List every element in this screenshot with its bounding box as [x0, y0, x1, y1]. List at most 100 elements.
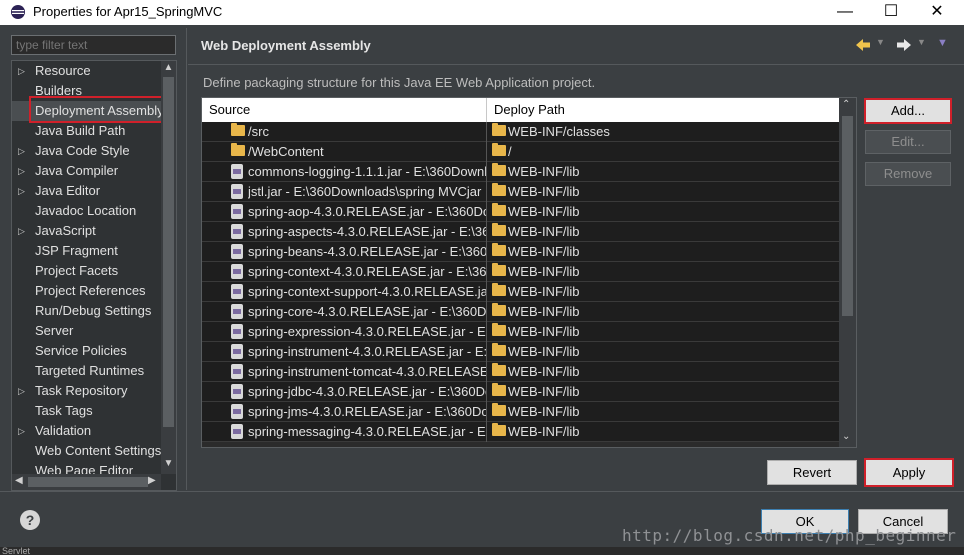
revert-button[interactable]: Revert: [767, 460, 857, 485]
title-bar: Properties for Apr15_SpringMVC — ☐ ✕: [0, 0, 964, 25]
table-row[interactable]: spring-expression-4.3.0.RELEASE.jar - E:…: [202, 322, 842, 342]
sidebar-item[interactable]: ▷ Java Code Style: [12, 141, 162, 161]
expand-arrow-icon[interactable]: ▷: [18, 61, 25, 81]
table-scroll-up-icon[interactable]: ⌃: [842, 99, 850, 110]
column-separator: [486, 422, 487, 442]
sidebar-item[interactable]: ▷ Task Repository: [12, 381, 162, 401]
sidebar-item[interactable]: Java Build Path: [12, 121, 162, 141]
table-row[interactable]: spring-context-4.3.0.RELEASE.jar - E:\36…: [202, 262, 842, 282]
back-arrow-icon[interactable]: [855, 38, 871, 52]
table-row[interactable]: spring-context-support-4.3.0.RELEASE.jar…: [202, 282, 842, 302]
add-button[interactable]: Add...: [864, 98, 952, 124]
table-row[interactable]: jstl.jar - E:\360Downloads\spring MVCjar…: [202, 182, 842, 202]
table-scroll-down-icon[interactable]: ⌄: [842, 431, 850, 442]
table-scroll-thumb[interactable]: [842, 116, 853, 316]
expand-arrow-icon[interactable]: ▷: [18, 221, 25, 241]
jar-icon: [231, 284, 243, 299]
column-separator: [486, 142, 487, 162]
folder-icon: [492, 303, 506, 316]
expand-arrow-icon[interactable]: ▷: [18, 161, 25, 181]
table-row[interactable]: /WebContent /: [202, 142, 842, 162]
folder-icon: [231, 123, 245, 136]
table-row[interactable]: spring-jdbc-4.3.0.RELEASE.jar - E:\360Do…: [202, 382, 842, 402]
jar-icon: [231, 304, 243, 319]
edit-button[interactable]: Edit...: [865, 130, 951, 154]
folder-icon: [492, 223, 506, 236]
page-description: Define packaging structure for this Java…: [203, 75, 596, 90]
source-cell: spring-instrument-4.3.0.RELEASE.jar - E:…: [248, 344, 486, 359]
deployment-assembly-table[interactable]: Source ^ Deploy Path /src WEB-INF/classes…: [201, 97, 857, 448]
table-row[interactable]: /src WEB-INF/classes: [202, 122, 842, 142]
tree-hscroll-thumb[interactable]: [28, 477, 148, 487]
expand-arrow-icon[interactable]: ▷: [18, 381, 25, 401]
sidebar-item[interactable]: Task Tags: [12, 401, 162, 421]
folder-icon: [231, 143, 245, 156]
jar-icon: [231, 204, 243, 219]
table-row[interactable]: spring-jms-4.3.0.RELEASE.jar - E:\360Dow…: [202, 402, 842, 422]
scroll-up-icon[interactable]: ▲: [163, 62, 174, 73]
sidebar-item[interactable]: ▷ Java Compiler: [12, 161, 162, 181]
sidebar-item[interactable]: Targeted Runtimes: [12, 361, 162, 381]
forward-arrow-icon[interactable]: [896, 38, 912, 52]
panel-divider[interactable]: [186, 28, 187, 490]
sidebar-item[interactable]: Project References: [12, 281, 162, 301]
sidebar-item[interactable]: Run/Debug Settings: [12, 301, 162, 321]
sidebar-item-label: Targeted Runtimes: [35, 363, 145, 378]
table-row[interactable]: commons-logging-1.1.1.jar - E:\360Downlo…: [202, 162, 842, 182]
deploy-path-cell: WEB-INF/lib: [508, 204, 580, 219]
sidebar-item-label: JSP Fragment: [35, 243, 118, 258]
deploy-path-cell: /: [508, 144, 512, 159]
folder-icon: [492, 383, 506, 396]
table-row[interactable]: spring-aspects-4.3.0.RELEASE.jar - E:\36…: [202, 222, 842, 242]
deploy-path-cell: WEB-INF/lib: [508, 264, 580, 279]
filter-input[interactable]: [11, 35, 176, 55]
source-cell: jstl.jar - E:\360Downloads\spring MVCjar: [248, 184, 482, 199]
sidebar-item[interactable]: ▷ Resource: [12, 61, 162, 81]
help-icon[interactable]: ?: [20, 510, 40, 530]
source-cell: commons-logging-1.1.1.jar - E:\360Downlo…: [248, 164, 486, 179]
view-menu-icon[interactable]: ▼: [937, 37, 948, 49]
sidebar-item[interactable]: Service Policies: [12, 341, 162, 361]
column-header-deploy-path[interactable]: Deploy Path: [487, 98, 842, 122]
tree-vertical-scrollbar[interactable]: ▲ ▼: [161, 61, 176, 474]
table-row[interactable]: spring-beans-4.3.0.RELEASE.jar - E:\360D…: [202, 242, 842, 262]
table-row[interactable]: spring-instrument-4.3.0.RELEASE.jar - E:…: [202, 342, 842, 362]
close-button[interactable]: ✕: [914, 0, 960, 25]
scroll-right-icon[interactable]: ▶: [148, 475, 156, 486]
column-separator: [486, 322, 487, 342]
sidebar-item[interactable]: Javadoc Location: [12, 201, 162, 221]
table-row[interactable]: spring-messaging-4.3.0.RELEASE.jar - E:\…: [202, 422, 842, 442]
sidebar-item[interactable]: Project Facets: [12, 261, 162, 281]
table-row[interactable]: spring-instrument-tomcat-4.3.0.RELEASE.j…: [202, 362, 842, 382]
apply-button[interactable]: Apply: [864, 458, 954, 487]
column-separator: [486, 402, 487, 422]
column-separator: [486, 162, 487, 182]
minimize-button[interactable]: —: [822, 0, 868, 25]
deploy-path-cell: WEB-INF/lib: [508, 324, 580, 339]
forward-menu-chevron-icon[interactable]: ▼: [917, 37, 926, 47]
sidebar-item[interactable]: ▷ JavaScript: [12, 221, 162, 241]
sidebar-item[interactable]: Web Content Settings: [12, 441, 162, 461]
back-menu-chevron-icon[interactable]: ▼: [876, 37, 885, 47]
expand-arrow-icon[interactable]: ▷: [18, 141, 25, 161]
tree-scroll-thumb[interactable]: [163, 77, 174, 427]
expand-arrow-icon[interactable]: ▷: [18, 421, 25, 441]
sidebar-item[interactable]: ▷ Validation: [12, 421, 162, 441]
sidebar-item-label: Java Code Style: [35, 143, 130, 158]
scroll-down-icon[interactable]: ▼: [163, 458, 174, 469]
remove-button[interactable]: Remove: [865, 162, 951, 186]
sidebar-item-label: Task Repository: [35, 383, 128, 398]
footer-divider: [0, 491, 964, 492]
sidebar-item[interactable]: Server: [12, 321, 162, 341]
tree-horizontal-scrollbar[interactable]: ◀ ▶: [12, 474, 161, 490]
expand-arrow-icon[interactable]: ▷: [18, 181, 25, 201]
source-cell: spring-expression-4.3.0.RELEASE.jar - E:…: [248, 324, 486, 339]
header-divider: [188, 64, 964, 65]
maximize-button[interactable]: ☐: [868, 0, 914, 25]
sidebar-item[interactable]: ▷ Java Editor: [12, 181, 162, 201]
table-row[interactable]: spring-core-4.3.0.RELEASE.jar - E:\360Do…: [202, 302, 842, 322]
scroll-left-icon[interactable]: ◀: [15, 475, 23, 486]
sidebar-item[interactable]: JSP Fragment: [12, 241, 162, 261]
history-navigation: ▼ ▼ ▼: [850, 36, 950, 54]
table-row[interactable]: spring-aop-4.3.0.RELEASE.jar - E:\360Dow…: [202, 202, 842, 222]
